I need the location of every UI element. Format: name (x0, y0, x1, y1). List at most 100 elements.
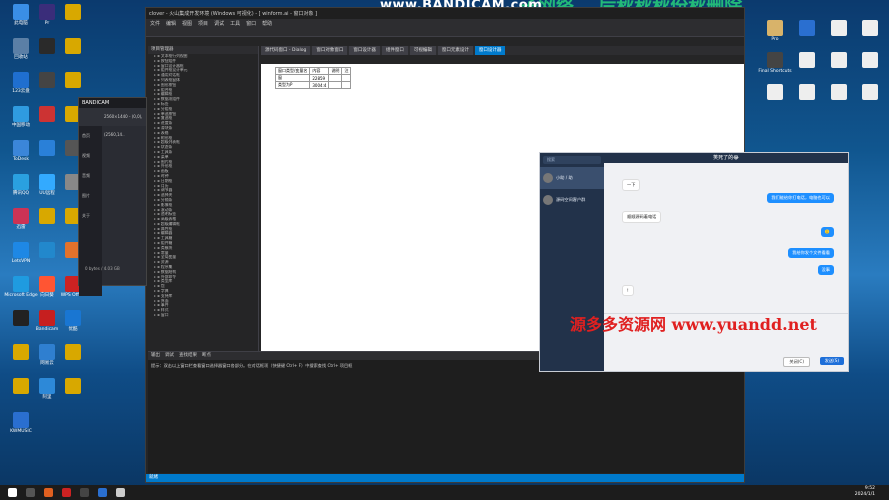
app-icon (39, 378, 55, 394)
taskbar-app-icon[interactable] (8, 488, 17, 497)
chat-title: 笑死了的😂 (604, 153, 848, 163)
menu-item[interactable]: 视图 (182, 20, 192, 27)
app-icon (39, 106, 55, 122)
desktop-icon[interactable] (853, 20, 887, 37)
desktop-icon[interactable] (822, 84, 856, 101)
app-icon (13, 412, 29, 428)
menu-item[interactable]: 项目 (198, 20, 208, 27)
avatar (543, 173, 553, 183)
editor-tab[interactable]: 窗口对象窗口 (312, 46, 348, 55)
file-icon (831, 52, 847, 68)
editor-tab[interactable]: 源代码窗口 - Dialog (261, 46, 311, 55)
desktop-icon[interactable] (790, 84, 824, 101)
file-icon (799, 84, 815, 100)
file-icon (831, 84, 847, 100)
desktop-icon[interactable] (790, 20, 824, 37)
app-icon (13, 276, 29, 292)
app-icon (65, 4, 81, 20)
taskbar-app-icon[interactable] (98, 488, 107, 497)
editor-tab[interactable]: 窗口元素设计 (437, 46, 473, 55)
desktop-icon-label: Pro (771, 37, 779, 42)
taskbar: 9:52 2024/1/1 (0, 485, 889, 500)
site-watermark: 源多多资源网 www.yuandd.net (570, 315, 817, 334)
ide-title: clover - 火山集成开发环境 (Windows 可视化) - [ winf… (149, 11, 318, 17)
desktop-icon[interactable] (56, 4, 90, 21)
desktop-icon[interactable] (822, 20, 856, 37)
menu-item[interactable]: 调试 (214, 20, 224, 27)
bandicam-menu-item[interactable]: 图片 (79, 186, 102, 206)
grid-row: 窗口类型/变量名 内容 说明注 (274, 67, 352, 75)
grid-cell[interactable]: 说明 (328, 67, 343, 75)
grid-cell[interactable]: 类型为P (274, 81, 311, 89)
panel-tab[interactable]: 断点 (202, 352, 211, 360)
menu-item[interactable]: 工具 (230, 20, 240, 27)
menu-item[interactable]: 帮助 (262, 20, 272, 27)
send-button[interactable]: 发送(S) (819, 357, 844, 365)
app-icon (13, 310, 29, 326)
desktop-icon[interactable]: KWMUSIC (4, 412, 38, 434)
bandicam-menu-item[interactable]: 音频 (79, 166, 102, 186)
desktop-icon[interactable] (853, 52, 887, 69)
desktop-icon[interactable]: Pro (758, 20, 792, 42)
taskbar-app-icon[interactable] (80, 488, 89, 497)
editor-tab[interactable]: 窗口设计器 (349, 46, 380, 55)
desktop-icon[interactable]: Final Shortcuts (758, 52, 792, 74)
menu-item[interactable]: 编辑 (166, 20, 176, 27)
desktop-icon[interactable] (56, 72, 90, 89)
grid-cell[interactable]: 注 (341, 67, 352, 75)
grid-cell[interactable] (341, 81, 352, 89)
desktop-icon[interactable] (56, 38, 90, 55)
tree-item[interactable]: 窗口 (148, 313, 258, 318)
desktop-icon[interactable] (56, 344, 90, 361)
chat-search-input[interactable]: 搜索 (543, 156, 601, 164)
close-button[interactable]: 关闭(C) (783, 357, 810, 367)
ide-titlebar: clover - 火山集成开发环境 (Windows 可视化) - [ winf… (146, 8, 744, 19)
grid-cell[interactable] (328, 81, 343, 89)
desktop-icon[interactable]: 优酷 (56, 310, 90, 332)
file-icon (767, 84, 783, 100)
desktop-icon[interactable] (790, 52, 824, 69)
taskbar-app-icon[interactable] (26, 488, 35, 497)
taskbar-app-icon[interactable] (116, 488, 125, 497)
editor-tab[interactable]: 可视编辑 (409, 46, 436, 55)
menu-item[interactable]: 文件 (150, 20, 160, 27)
status-bar: 就绪 (146, 474, 744, 482)
chat-message: 一下 (622, 179, 641, 191)
panel-tab[interactable]: 查找结果 (179, 352, 197, 360)
desktop-icon-label: ToDesk (13, 157, 29, 162)
editor-tab[interactable]: 组件窗口 (381, 46, 408, 55)
avatar (543, 195, 553, 205)
grid-cell[interactable]: 窗 (274, 74, 311, 82)
app-icon (65, 378, 81, 394)
conversation-item[interactable]: 小助 / 助 (540, 167, 604, 189)
chat-message: 我给你发个文件看看 (788, 248, 834, 258)
bandicam-menu-item[interactable]: 首页 (79, 126, 102, 146)
app-icon (13, 174, 29, 190)
panel-tab[interactable]: 输出 (151, 352, 160, 360)
grid-cell[interactable] (328, 74, 343, 82)
editor-tabs: 源代码窗口 - Dialog 窗口对象窗口 窗口设计器 组件窗口 可视编辑 窗口元素设计窗… (261, 46, 744, 55)
grid-cell[interactable] (341, 74, 352, 82)
app-icon (13, 72, 29, 88)
panel-tab[interactable]: 调试 (165, 352, 174, 360)
bandicam-menu-item[interactable]: 视频 (79, 146, 102, 166)
ide-menubar: 文件 编辑 视图 项目 调试 工具 窗口 帮助 (146, 19, 744, 27)
desktop-icon[interactable] (758, 84, 792, 101)
conversation-item[interactable]: 源码空间客户群 (540, 189, 604, 211)
bandicam-menu-item[interactable]: 关于 (79, 206, 102, 226)
menu-item[interactable]: 窗口 (246, 20, 256, 27)
app-icon (65, 72, 81, 88)
editor-tab[interactable]: 窗口设计器 (474, 46, 506, 55)
desktop-icon[interactable] (822, 52, 856, 69)
grid-cell[interactable]: 窗口类型/变量名 (274, 67, 311, 75)
file-icon (862, 52, 878, 68)
desktop-icon[interactable] (853, 84, 887, 101)
desktop-icon[interactable] (56, 378, 90, 395)
app-icon (39, 344, 55, 360)
grid-cell[interactable]: 3004:4 (309, 81, 330, 89)
taskbar-app-icon[interactable] (44, 488, 53, 497)
grid-cell[interactable]: 22859 (309, 74, 330, 82)
app-icon (39, 174, 55, 190)
grid-cell[interactable]: 内容 (309, 67, 330, 75)
taskbar-app-icon[interactable] (62, 488, 71, 497)
